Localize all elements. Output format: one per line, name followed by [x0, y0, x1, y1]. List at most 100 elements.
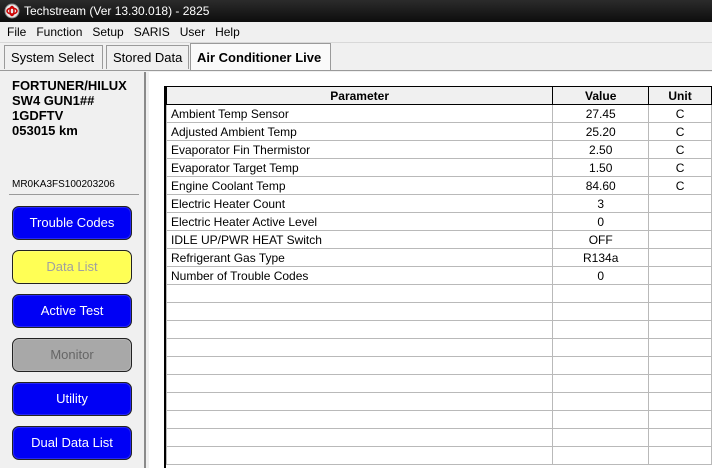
parameter-cell: Evaporator Target Temp: [165, 158, 554, 177]
parameter-cell: Evaporator Fin Thermistor: [165, 140, 554, 159]
table-row[interactable]: Electric Heater Count 3: [165, 194, 712, 213]
value-cell: [552, 446, 650, 465]
data-list-button[interactable]: Data List: [12, 250, 132, 284]
table-row[interactable]: Refrigerant Gas Type R134a: [165, 248, 712, 267]
parameter-cell: [165, 338, 554, 357]
table-row[interactable]: [165, 284, 712, 303]
table-row[interactable]: Engine Coolant Temp 84.60 C: [165, 176, 712, 195]
parameter-cell: [165, 302, 554, 321]
value-cell: R134a: [552, 248, 650, 267]
unit-cell: [648, 392, 712, 411]
table-row[interactable]: Electric Heater Active Level 0: [165, 212, 712, 231]
table-row[interactable]: [165, 356, 712, 375]
table-header-row: Parameter Value Unit: [165, 86, 712, 105]
menu-function[interactable]: Function: [31, 22, 87, 42]
window-title: Techstream (Ver 13.30.018) - 2825: [24, 4, 210, 18]
table-row[interactable]: [165, 392, 712, 411]
table-row[interactable]: Number of Trouble Codes 0: [165, 266, 712, 285]
unit-cell: C: [648, 158, 712, 177]
value-cell: [552, 356, 650, 375]
vehicle-odometer: 053015 km: [12, 123, 78, 138]
table-row[interactable]: Evaporator Fin Thermistor 2.50 C: [165, 140, 712, 159]
table-row[interactable]: Ambient Temp Sensor 27.45 C: [165, 104, 712, 123]
parameter-cell: Number of Trouble Codes: [165, 266, 554, 285]
value-cell: [552, 374, 650, 393]
unit-cell: [648, 446, 712, 465]
parameter-cell: Electric Heater Active Level: [165, 212, 554, 231]
utility-button[interactable]: Utility: [12, 382, 132, 416]
value-cell: 2.50: [552, 140, 650, 159]
unit-cell: [648, 284, 712, 303]
live-data-table: Parameter Value Unit Ambient Temp Sensor…: [165, 86, 712, 465]
column-header-parameter[interactable]: Parameter: [165, 86, 554, 105]
menu-help[interactable]: Help: [210, 22, 245, 42]
parameter-cell: Electric Heater Count: [165, 194, 554, 213]
value-cell: [552, 410, 650, 429]
vehicle-info: FORTUNER/HILUX SW4 GUN1## 1GDFTV 053015 …: [12, 78, 127, 138]
tab-stored-data[interactable]: Stored Data: [106, 45, 189, 69]
unit-cell: C: [648, 104, 712, 123]
techstream-app-icon[interactable]: [4, 3, 20, 19]
value-cell: 1.50: [552, 158, 650, 177]
parameter-cell: [165, 392, 554, 411]
active-test-button[interactable]: Active Test: [12, 294, 132, 328]
parameter-cell: Engine Coolant Temp: [165, 176, 554, 195]
table-row[interactable]: [165, 428, 712, 447]
value-cell: 84.60: [552, 176, 650, 195]
value-cell: 27.45: [552, 104, 650, 123]
unit-cell: [648, 212, 712, 231]
tab-system-select[interactable]: System Select: [4, 45, 103, 69]
value-cell: [552, 284, 650, 303]
parameter-cell: [165, 284, 554, 303]
parameter-cell: [165, 374, 554, 393]
dual-data-list-button[interactable]: Dual Data List: [12, 426, 132, 460]
unit-cell: [648, 194, 712, 213]
table-row[interactable]: [165, 302, 712, 321]
table-row[interactable]: [165, 374, 712, 393]
menu-bar: File Function Setup SARIS User Help: [0, 22, 712, 43]
vehicle-variant: SW4 GUN1##: [12, 93, 95, 108]
table-row[interactable]: Evaporator Target Temp 1.50 C: [165, 158, 712, 177]
column-header-value[interactable]: Value: [552, 86, 650, 105]
parameter-cell: Refrigerant Gas Type: [165, 248, 554, 267]
tab-bar: System Select Stored Data Air Conditione…: [0, 43, 712, 71]
unit-cell: [648, 374, 712, 393]
table-row[interactable]: [165, 320, 712, 339]
unit-cell: C: [648, 176, 712, 195]
menu-setup[interactable]: Setup: [87, 22, 128, 42]
unit-cell: [648, 428, 712, 447]
table-row[interactable]: [165, 410, 712, 429]
menu-user[interactable]: User: [175, 22, 210, 42]
vin-divider: [9, 194, 139, 195]
table-row[interactable]: IDLE UP/PWR HEAT Switch OFF: [165, 230, 712, 249]
table-row[interactable]: [165, 446, 712, 465]
parameter-cell: IDLE UP/PWR HEAT Switch: [165, 230, 554, 249]
parameter-cell: [165, 356, 554, 375]
unit-cell: C: [648, 140, 712, 159]
menu-file[interactable]: File: [2, 22, 31, 42]
vehicle-model: FORTUNER/HILUX: [12, 78, 127, 93]
table-row[interactable]: [165, 338, 712, 357]
value-cell: [552, 428, 650, 447]
parameter-cell: [165, 410, 554, 429]
unit-cell: [648, 338, 712, 357]
value-cell: 0: [552, 212, 650, 231]
value-cell: OFF: [552, 230, 650, 249]
unit-cell: [648, 266, 712, 285]
value-cell: [552, 392, 650, 411]
value-cell: 3: [552, 194, 650, 213]
unit-cell: C: [648, 122, 712, 141]
menu-saris[interactable]: SARIS: [129, 22, 175, 42]
monitor-button: Monitor: [12, 338, 132, 372]
trouble-codes-button[interactable]: Trouble Codes: [12, 206, 132, 240]
value-cell: [552, 302, 650, 321]
parameter-cell: [165, 320, 554, 339]
data-grid-area: Parameter Value Unit Ambient Temp Sensor…: [149, 72, 712, 468]
value-cell: [552, 320, 650, 339]
column-header-unit[interactable]: Unit: [648, 86, 712, 105]
table-row[interactable]: Adjusted Ambient Temp 25.20 C: [165, 122, 712, 141]
value-cell: [552, 338, 650, 357]
tab-divider: [0, 70, 712, 71]
parameter-cell: Ambient Temp Sensor: [165, 104, 554, 123]
tab-air-conditioner-live[interactable]: Air Conditioner Live: [190, 43, 331, 71]
